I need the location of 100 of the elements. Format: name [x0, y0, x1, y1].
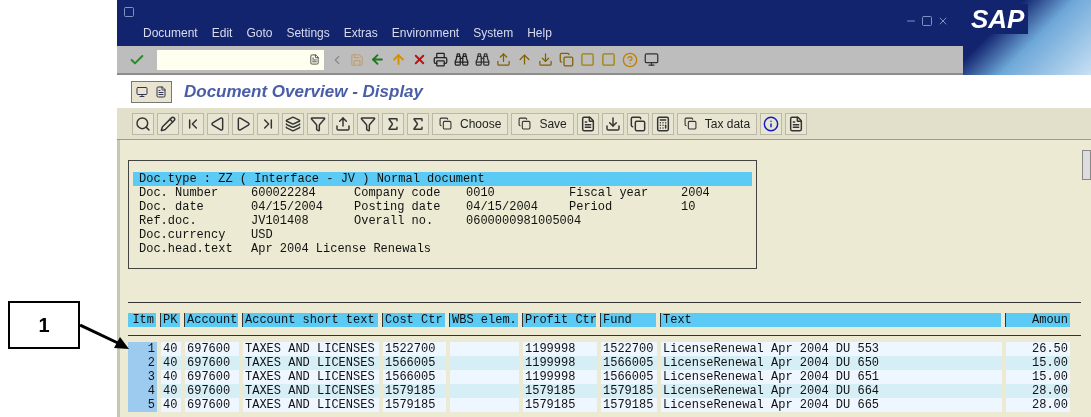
column-header[interactable]: WBS elem.: [450, 313, 518, 327]
field-label: Period: [569, 200, 614, 214]
menu-item[interactable]: Goto: [246, 24, 273, 42]
table-cell: 40: [161, 384, 181, 398]
table-cell: 1579185: [601, 384, 657, 398]
table-cell: TAXES AND LICENSES: [243, 398, 379, 412]
field-value: JV101408: [251, 214, 309, 228]
field-value: USD: [251, 228, 273, 242]
column-header[interactable]: Account short text: [243, 313, 378, 327]
table-cell: LicenseRenewal Apr 2004 DU 553: [661, 342, 1002, 356]
table-cell: 40: [161, 370, 181, 384]
menu-item[interactable]: Environment: [391, 24, 460, 42]
table-cell: [450, 342, 519, 356]
menu-item[interactable]: Help: [527, 24, 552, 42]
field-label: Overall no.: [354, 214, 435, 228]
back-icon[interactable]: [370, 52, 385, 67]
table-cell: TAXES AND LICENSES: [243, 356, 379, 370]
field-label: Doc.currency: [139, 228, 227, 242]
field-value: Apr 2004 License Renewals: [251, 242, 432, 256]
menu-item[interactable]: Settings: [286, 24, 330, 42]
column-header[interactable]: Cost Ctr: [383, 313, 445, 327]
close-icon[interactable]: [937, 15, 949, 27]
table-cell: 1566005: [601, 370, 657, 384]
row-selector[interactable]: 1: [128, 342, 157, 356]
table-cell: 1199998: [523, 356, 597, 370]
column-header[interactable]: Itm: [128, 313, 156, 327]
column-header[interactable]: Amoun: [1006, 313, 1070, 327]
maximize-icon[interactable]: [921, 15, 933, 27]
table-cell: TAXES AND LICENSES: [243, 342, 379, 356]
table-cell: 1579185: [523, 398, 597, 412]
table-cell: LicenseRenewal Apr 2004 DU 665: [661, 398, 1002, 412]
column-header[interactable]: Fund: [601, 313, 656, 327]
copy-icon: [518, 117, 532, 130]
table-cell: 1199998: [523, 370, 597, 384]
document-icon: [155, 85, 168, 98]
menu-item[interactable]: Edit: [211, 24, 233, 42]
toolbar-button[interactable]: Choose: [432, 112, 509, 135]
table-cell: 28.00: [1006, 384, 1070, 398]
table-cell: 697600: [185, 398, 239, 412]
table-cell: [450, 398, 519, 412]
column-header[interactable]: Text: [661, 313, 1001, 327]
field-value: 04/15/2004: [251, 200, 323, 214]
table-cell: 1579185: [383, 398, 446, 412]
column-header[interactable]: Account: [185, 313, 238, 327]
table-cell: 1579185: [601, 398, 657, 412]
table-cell: 1566005: [383, 356, 446, 370]
row-selector[interactable]: 3: [128, 370, 157, 384]
table-cell: [450, 356, 519, 370]
field-value: 0010: [466, 186, 495, 200]
field-label: Fiscal year: [569, 186, 650, 200]
row-selector[interactable]: 4: [128, 384, 157, 398]
menu-item[interactable]: Document: [143, 24, 198, 42]
toolbar-button[interactable]: Tax data: [676, 112, 758, 135]
table-cell: 15.00: [1006, 356, 1070, 370]
table-cell: 1566005: [601, 356, 657, 370]
field-label: Doc.head.text: [139, 242, 234, 256]
table-cell: 40: [161, 356, 181, 370]
find-next-icon[interactable]: [475, 52, 490, 67]
find-icon[interactable]: [454, 52, 469, 67]
field-label: Doc. Number: [139, 186, 220, 200]
field-value: 04/15/2004: [466, 200, 538, 214]
table-cell: TAXES AND LICENSES: [243, 370, 379, 384]
table-cell: 697600: [185, 356, 239, 370]
command-field[interactable]: [157, 49, 324, 70]
copy-icon: [439, 117, 452, 130]
table-cell: 1579185: [383, 384, 446, 398]
table-cell: 1522700: [601, 342, 657, 356]
row-selector[interactable]: 2: [128, 356, 157, 370]
row-selector[interactable]: 5: [128, 398, 157, 412]
toolbar-button[interactable]: Save: [511, 112, 574, 135]
field-label: Ref.doc.: [139, 214, 198, 228]
table-cell: 1522700: [383, 342, 446, 356]
display-icon: [135, 85, 148, 98]
field-value: 2004: [681, 186, 710, 200]
print-icon[interactable]: [433, 52, 448, 67]
table-cell: 26.50: [1006, 342, 1070, 356]
table-cell: 1199998: [523, 342, 597, 356]
table-cell: 697600: [185, 384, 239, 398]
column-header[interactable]: PK: [161, 313, 180, 327]
table-cell: LicenseRenewal Apr 2004 DU 650: [661, 356, 1002, 370]
scrollbar[interactable]: [1082, 150, 1091, 180]
table-cell: [450, 370, 519, 384]
callout-arrow: [80, 324, 130, 350]
table-cell: LicenseRenewal Apr 2004 DU 664: [661, 384, 1002, 398]
menu-item[interactable]: Extras: [343, 24, 378, 42]
field-value: 600022284: [251, 186, 316, 200]
menu-item[interactable]: System: [473, 24, 514, 42]
field-label: Posting date: [354, 200, 442, 214]
field-label: Doc. date: [139, 200, 205, 214]
screen-title: Document Overview - Display: [184, 80, 424, 103]
table-cell: 697600: [185, 342, 239, 356]
cancel-icon[interactable]: [412, 52, 427, 67]
field-value: 10: [681, 200, 696, 214]
field-label: Company code: [354, 186, 442, 200]
table-cell: 28.00: [1006, 398, 1070, 412]
column-header[interactable]: Profit Ctr: [523, 313, 596, 327]
table-cell: 1579185: [523, 384, 597, 398]
table-cell: 40: [161, 398, 181, 412]
table-cell: 40: [161, 342, 181, 356]
copy-icon: [683, 117, 697, 130]
